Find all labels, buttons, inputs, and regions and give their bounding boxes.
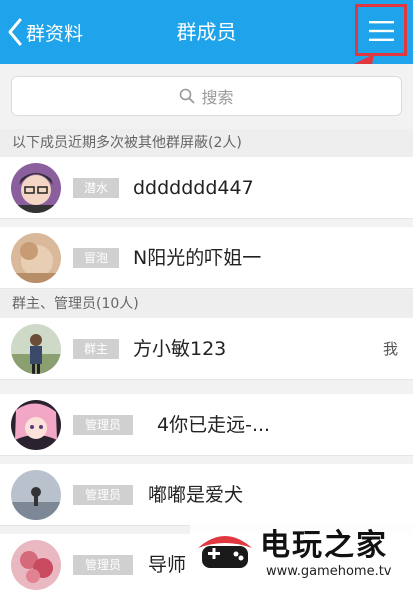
gamehome-logo-icon (198, 536, 252, 568)
search-input[interactable]: 搜索 (11, 76, 402, 116)
member-name: ddddddd447 (133, 177, 254, 199)
member-row[interactable]: 冒泡 N阳光的吓姐一 (0, 227, 413, 289)
member-row[interactable]: 管理员 4你已走远-... (0, 394, 413, 456)
watermark: 电玩之家 www.gamehome.tv (190, 516, 413, 590)
search-icon (180, 88, 196, 104)
hamburger-menu-icon (369, 21, 394, 41)
section-header-admins: 群主、管理员(10人) (0, 290, 413, 318)
section-header-blocked: 以下成员近期多次被其他群屏蔽(2人) (0, 129, 413, 157)
member-row[interactable]: 潜水 ddddddd447 (0, 157, 413, 219)
avatar (11, 324, 61, 374)
avatar (11, 400, 61, 450)
avatar (11, 163, 61, 213)
self-tag: 我 (383, 340, 399, 358)
role-badge: 管理员 (73, 555, 133, 575)
member-name: 嘟嘟是爱犬 (148, 484, 244, 506)
member-name: 4你已走远-... (157, 414, 271, 436)
role-badge: 潜水 (73, 178, 119, 198)
watermark-url: www.gamehome.tv (266, 564, 392, 579)
avatar (11, 540, 61, 590)
avatar (11, 470, 61, 520)
member-row[interactable]: 群主 方小敏123 我 (0, 318, 413, 380)
role-badge: 管理员 (73, 415, 133, 435)
search-placeholder: 搜索 (201, 88, 234, 107)
watermark-brand: 电玩之家 (260, 528, 388, 563)
member-name: 方小敏123 (133, 338, 227, 360)
role-badge: 群主 (73, 339, 119, 359)
search-area: 搜索 (0, 64, 413, 129)
member-name: 导师 (148, 554, 187, 576)
page-title: 群成员 (176, 20, 237, 44)
role-badge: 管理员 (73, 485, 133, 505)
member-name: N阳光的吓姐一 (133, 247, 262, 269)
avatar (11, 233, 61, 283)
role-badge: 冒泡 (73, 248, 119, 268)
menu-button[interactable] (355, 4, 407, 56)
